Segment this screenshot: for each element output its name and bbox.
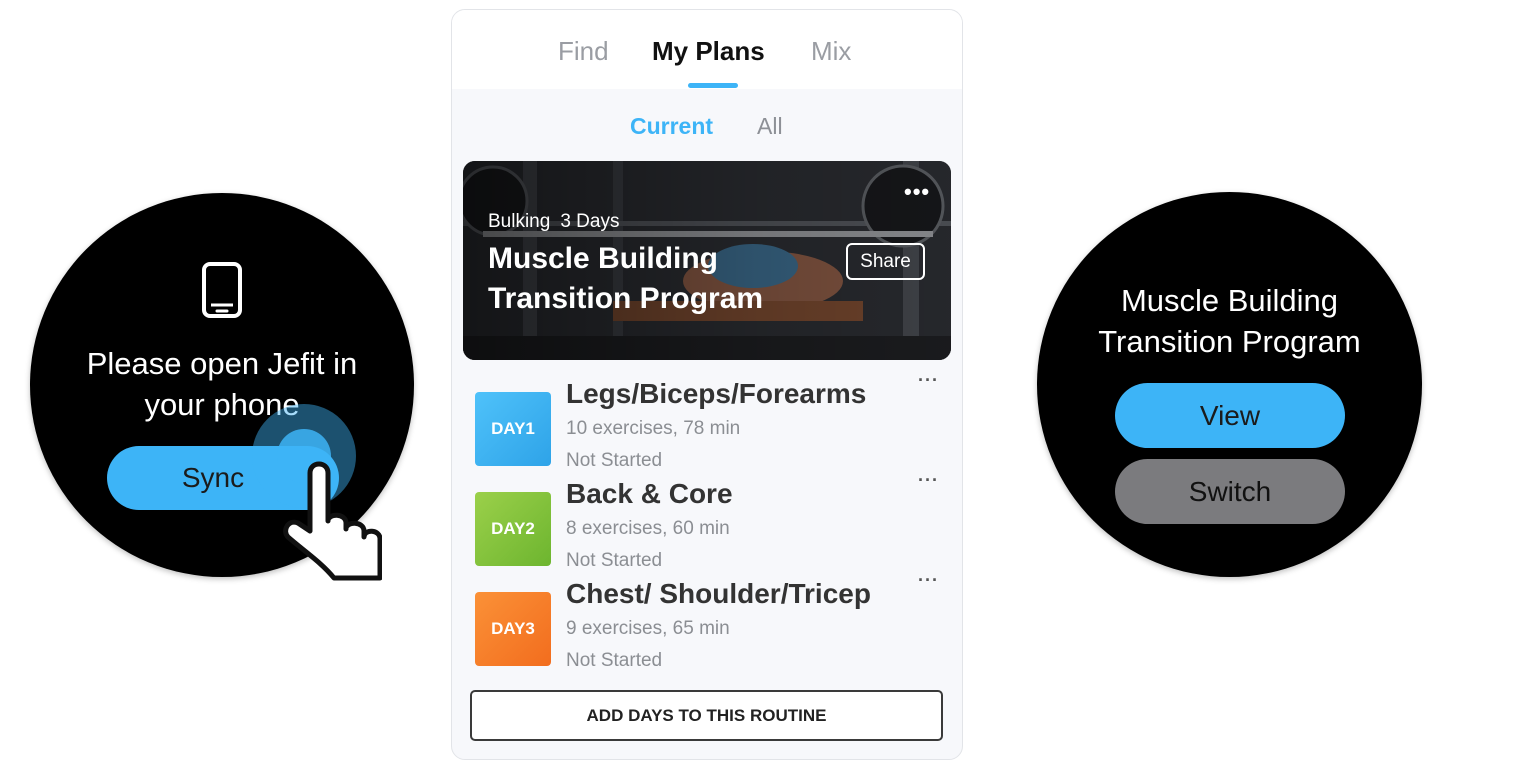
- pointing-hand-icon: [283, 461, 382, 581]
- smartphone-icon: [202, 262, 242, 318]
- tag-goal: Bulking: [488, 211, 551, 232]
- tag-days: 3 Days: [560, 211, 620, 232]
- tab-mix[interactable]: Mix: [811, 36, 851, 67]
- day-status: Not Started: [566, 650, 663, 671]
- active-tab-indicator: [688, 83, 738, 88]
- plan-title: Muscle Building Transition Program: [488, 242, 764, 315]
- day-more-icon[interactable]: ···: [918, 570, 939, 591]
- day-title: Back & Core: [566, 478, 733, 509]
- switch-button[interactable]: Switch: [1115, 459, 1345, 524]
- left-watch-screen: Please open Jefit in your phone Sync: [30, 193, 414, 581]
- more-horizontal-icon[interactable]: •••: [904, 179, 930, 205]
- day-more-icon[interactable]: ···: [918, 470, 939, 491]
- add-days-button[interactable]: ADD DAYS TO THIS ROUTINE: [470, 690, 943, 741]
- phone-screen: Find My Plans Mix Current All Bulking 3 D…: [451, 9, 963, 760]
- day-badge: DAY2: [475, 492, 551, 566]
- day-more-icon[interactable]: ···: [918, 370, 939, 391]
- banner-tags: Bulking 3 Days: [488, 211, 619, 233]
- day-badge: DAY1: [475, 392, 551, 466]
- tab-my-plans[interactable]: My Plans: [652, 36, 765, 67]
- day-row-2[interactable]: DAY2 Back & Core 8 exercises, 60 min Not…: [452, 470, 962, 574]
- day-status: Not Started: [566, 450, 663, 471]
- day-status: Not Started: [566, 550, 663, 571]
- day-badge: DAY3: [475, 592, 551, 666]
- day-row-1[interactable]: DAY1 Legs/Biceps/Forearms 10 exercises, …: [452, 370, 962, 474]
- day-meta: 8 exercises, 60 min: [566, 518, 730, 539]
- watch-plan-title: Muscle Building Transition Program: [1098, 283, 1361, 359]
- view-button[interactable]: View: [1115, 383, 1345, 448]
- tab-find[interactable]: Find: [558, 36, 609, 67]
- right-watch-screen: Muscle Building Transition Program View …: [1037, 192, 1422, 577]
- day-row-3[interactable]: DAY3 Chest/ Shoulder/Tricep 9 exercises,…: [452, 570, 962, 674]
- subtab-current[interactable]: Current: [630, 113, 713, 140]
- subtab-all[interactable]: All: [757, 113, 783, 140]
- day-meta: 10 exercises, 78 min: [566, 418, 741, 439]
- day-title: Chest/ Shoulder/Tricep: [566, 578, 871, 609]
- share-button[interactable]: Share: [846, 243, 925, 280]
- top-tab-bar: Find My Plans Mix: [452, 10, 962, 89]
- day-meta: 9 exercises, 65 min: [566, 618, 730, 639]
- plan-banner[interactable]: Bulking 3 Days Muscle Building Transition…: [463, 161, 951, 360]
- day-title: Legs/Biceps/Forearms: [566, 378, 867, 409]
